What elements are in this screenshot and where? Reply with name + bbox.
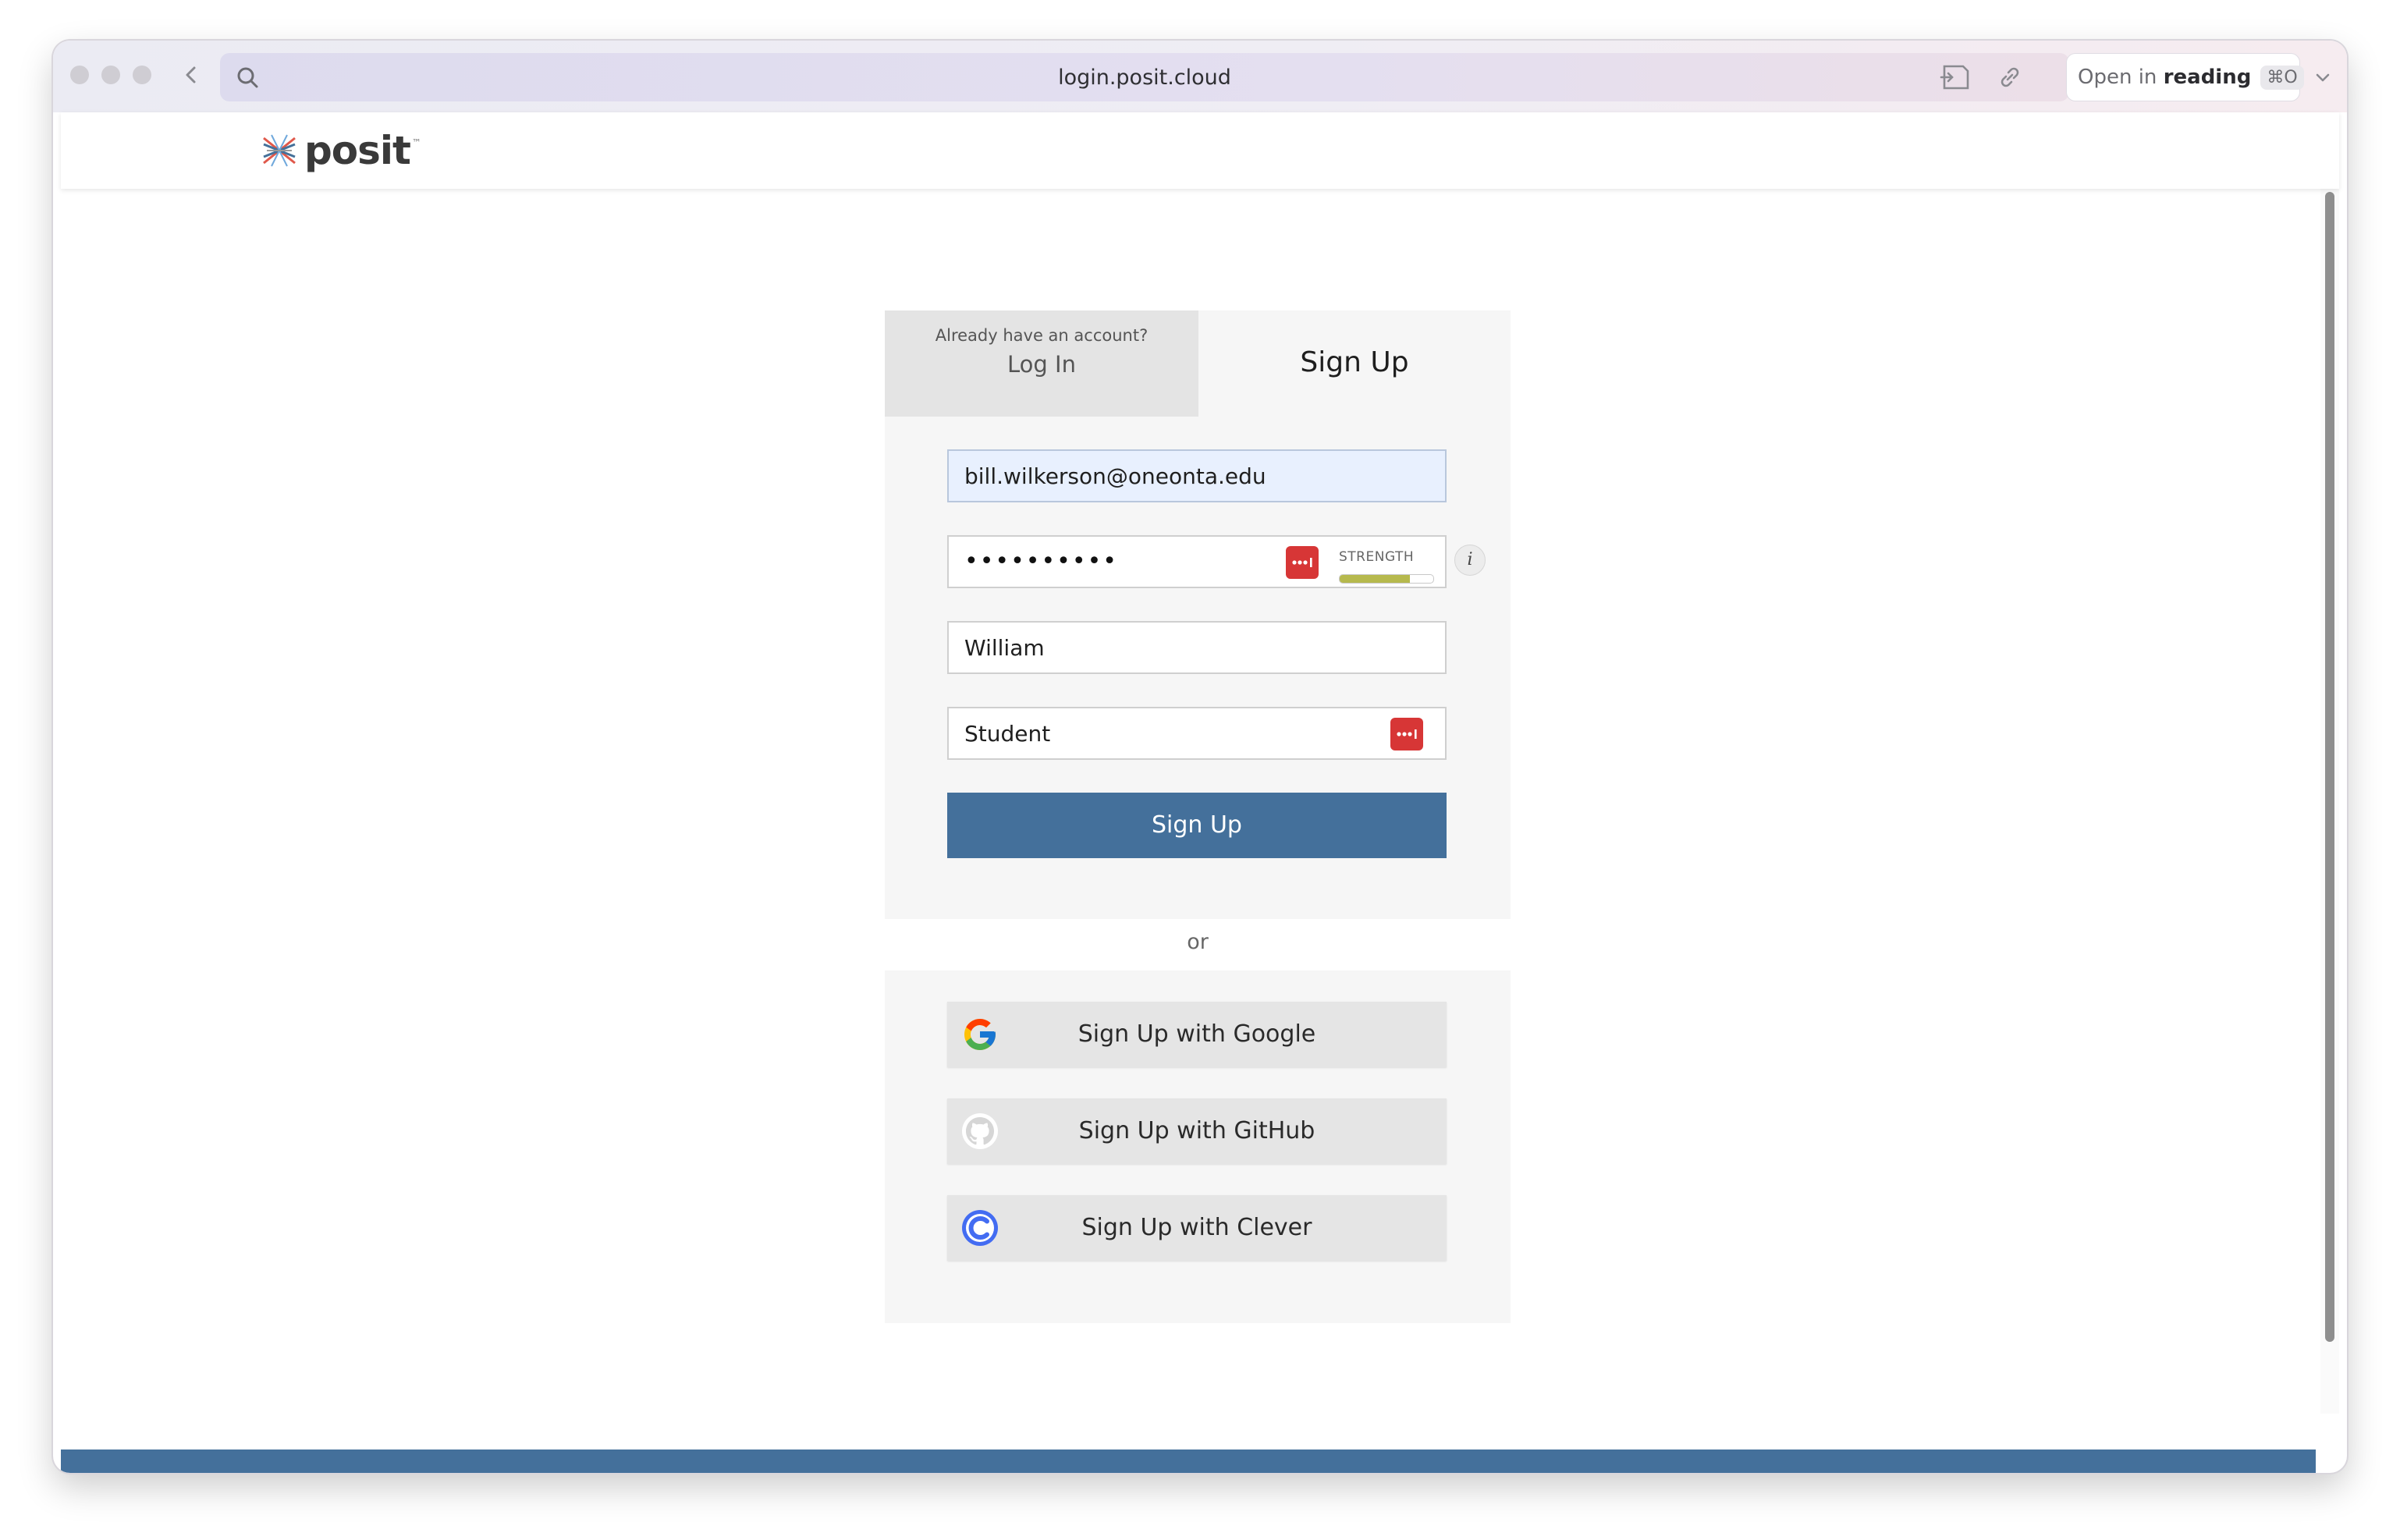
info-icon[interactable]: i	[1454, 545, 1486, 576]
signup-card: Already have an account? Log In Sign Up …	[885, 310, 1511, 919]
first-name-field[interactable]	[947, 621, 1447, 674]
site-footer	[61, 1450, 2316, 1473]
login-tab-hint: Already have an account?	[935, 326, 1149, 345]
tab-sign-up[interactable]: Sign Up	[1198, 310, 1511, 417]
url-text: login.posit.cloud	[1058, 66, 1231, 90]
tab-log-in[interactable]: Already have an account? Log In	[885, 310, 1198, 417]
password-field[interactable]: •••••••••• STRENGTH	[947, 535, 1447, 588]
link-icon[interactable]	[1996, 63, 2024, 91]
email-input[interactable]	[964, 451, 1292, 501]
password-strength-meter	[1339, 574, 1434, 584]
password-manager-icon[interactable]	[1390, 718, 1423, 750]
social-signup-card: Sign Up with Google Sign Up with GitHub …	[885, 970, 1511, 1323]
posit-logo-mark-icon	[263, 134, 296, 167]
close-window-button[interactable]	[70, 66, 89, 84]
logo-text: posit	[304, 128, 411, 173]
or-divider: or	[1187, 930, 1209, 954]
first-name-input[interactable]	[964, 623, 1292, 672]
browser-toolbar: login.posit.cloud Open in reading ⌘O	[53, 41, 2347, 112]
chevron-down-icon[interactable]	[2313, 67, 2333, 87]
browser-window: login.posit.cloud Open in reading ⌘O pos…	[53, 41, 2347, 1473]
reading-label: Open in reading	[2078, 66, 2251, 89]
reading-bold: reading	[2163, 66, 2252, 89]
sign-up-with-github-button[interactable]: Sign Up with GitHub	[947, 1098, 1447, 1164]
email-field[interactable]	[947, 449, 1447, 502]
sign-up-with-google-button[interactable]: Sign Up with Google	[947, 1002, 1447, 1067]
zoom-window-button[interactable]	[133, 66, 151, 84]
social-label: Sign Up with Google	[1078, 1020, 1316, 1048]
scrollbar-thumb[interactable]	[2325, 192, 2334, 1342]
open-in-reading-button[interactable]: Open in reading ⌘O	[2066, 53, 2304, 101]
reader-icon[interactable]	[1940, 63, 1972, 91]
back-icon[interactable]	[178, 61, 206, 89]
signup-tab-label: Sign Up	[1300, 346, 1409, 378]
reading-shortcut: ⌘O	[2260, 65, 2304, 90]
reading-prefix: Open in	[2078, 66, 2164, 89]
social-label: Sign Up with Clever	[1081, 1214, 1312, 1241]
social-label: Sign Up with GitHub	[1078, 1117, 1315, 1144]
last-name-field[interactable]	[947, 707, 1447, 760]
site-header: posit ™	[61, 112, 2339, 189]
sign-up-with-clever-button[interactable]: Sign Up with Clever	[947, 1195, 1447, 1261]
sign-up-button[interactable]: Sign Up	[947, 793, 1447, 858]
strength-label: STRENGTH	[1339, 549, 1415, 565]
login-tab-label: Log In	[1007, 351, 1076, 378]
posit-logo[interactable]: posit ™	[261, 128, 421, 173]
minimize-window-button[interactable]	[101, 66, 120, 84]
password-strength-fill	[1340, 575, 1410, 583]
address-bar[interactable]: login.posit.cloud	[220, 53, 2069, 101]
page-content: posit ™ Already have an account? Log In …	[61, 112, 2339, 1473]
last-name-input[interactable]	[964, 708, 1292, 758]
logo-tm: ™	[411, 137, 421, 148]
password-input[interactable]: ••••••••••	[964, 548, 1118, 575]
password-manager-icon[interactable]	[1286, 546, 1319, 579]
